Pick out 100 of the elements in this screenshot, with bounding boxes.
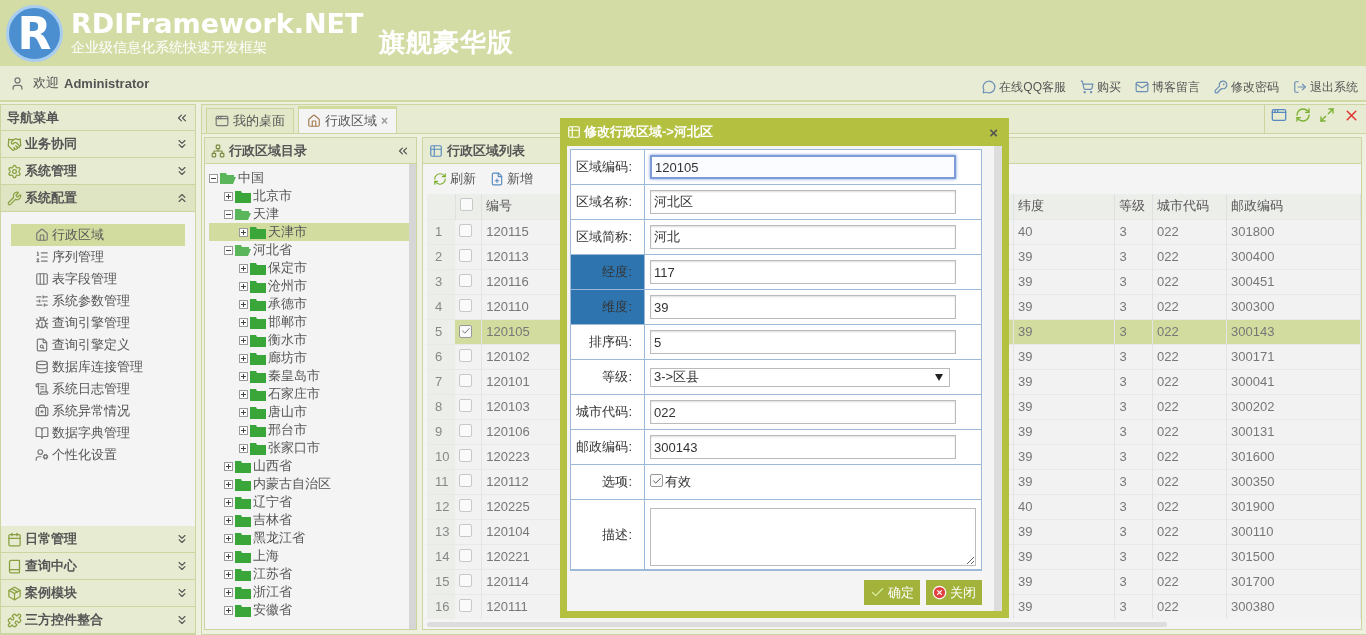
row-checkbox[interactable] xyxy=(459,498,473,512)
nav-item[interactable]: 系统日志管理 xyxy=(11,378,185,400)
tree-node[interactable]: 衡水市 xyxy=(209,331,409,349)
accordion-header[interactable]: 系统配置 xyxy=(1,185,195,212)
expand-toggle-icon[interactable] xyxy=(239,227,248,237)
tree-node[interactable]: 邢台市 xyxy=(209,421,409,439)
select-all-checkbox[interactable] xyxy=(459,198,473,212)
header-link[interactable]: 购买 xyxy=(1080,78,1121,96)
expand-toggle-icon[interactable] xyxy=(224,569,233,579)
expand-toggle-icon[interactable] xyxy=(224,479,233,489)
tree-node[interactable]: 内蒙古自治区 xyxy=(209,475,409,493)
input-field[interactable]: 117 xyxy=(650,260,956,284)
nav-item[interactable]: 数据库连接管理 xyxy=(11,356,185,378)
tree-node[interactable]: 山西省 xyxy=(209,457,409,475)
nav-item[interactable]: 查询引擎管理 xyxy=(11,312,185,334)
expand-toggle-icon[interactable] xyxy=(224,533,233,543)
collapse-toggle-icon[interactable] xyxy=(224,245,233,255)
tree-node[interactable]: 张家口市 xyxy=(209,439,409,457)
input-field[interactable]: 5 xyxy=(650,330,956,354)
nav-item[interactable]: 系统异常情况 xyxy=(11,400,185,422)
accordion-header[interactable]: 查询中心 xyxy=(1,553,195,580)
window-icon[interactable] xyxy=(1271,107,1287,123)
tree-node[interactable]: 吉林省 xyxy=(209,511,409,529)
tree-node[interactable]: 沧州市 xyxy=(209,277,409,295)
row-checkbox[interactable] xyxy=(459,348,473,362)
nav-item[interactable]: 系统参数管理 xyxy=(11,290,185,312)
input-field[interactable]: 022 xyxy=(650,400,956,424)
accordion-header[interactable]: 日常管理 xyxy=(1,526,195,553)
nav-item[interactable]: 个性化设置 xyxy=(11,444,185,466)
row-checkbox[interactable] xyxy=(459,448,473,462)
tree-node[interactable]: 黑龙江省 xyxy=(209,529,409,547)
accordion-header[interactable]: 业务协同 xyxy=(1,131,195,158)
header-link[interactable]: 退出系统 xyxy=(1293,78,1358,96)
tree-node[interactable]: 中国 xyxy=(209,169,409,187)
expand-toggle-icon[interactable] xyxy=(224,587,233,597)
tree-node[interactable]: 江苏省 xyxy=(209,565,409,583)
valid-checkbox[interactable]: 有效 xyxy=(650,473,691,491)
expand-toggle-icon[interactable] xyxy=(239,281,248,291)
expand-toggle-icon[interactable] xyxy=(239,353,248,363)
header-link[interactable]: 修改密码 xyxy=(1214,78,1279,96)
toolbar-button[interactable]: 刷新 xyxy=(431,170,478,188)
tree-node[interactable]: 天津市 xyxy=(209,223,409,241)
column-header[interactable]: 等级 xyxy=(1114,194,1153,219)
tree-node[interactable]: 辽宁省 xyxy=(209,493,409,511)
row-checkbox[interactable] xyxy=(459,373,473,387)
level-select[interactable]: 3->区县 xyxy=(650,367,950,387)
row-checkbox[interactable] xyxy=(459,298,473,312)
expand-toggle-icon[interactable] xyxy=(224,605,233,615)
input-field[interactable]: 河北区 xyxy=(650,190,956,214)
nav-item[interactable]: 数据字典管理 xyxy=(11,422,185,444)
expand-toggle-icon[interactable] xyxy=(239,425,248,435)
input-field[interactable]: 300143 xyxy=(650,435,956,459)
tree-node[interactable]: 上海 xyxy=(209,547,409,565)
tree-node[interactable]: 石家庄市 xyxy=(209,385,409,403)
row-checkbox[interactable] xyxy=(459,273,473,287)
header-link[interactable]: 博客留言 xyxy=(1135,78,1200,96)
row-checkbox[interactable] xyxy=(459,223,473,237)
expand-toggle-icon[interactable] xyxy=(239,299,248,309)
accordion-header[interactable]: 三方控件整合 xyxy=(1,607,195,634)
tree-node[interactable]: 唐山市 xyxy=(209,403,409,421)
expand-toggle-icon[interactable] xyxy=(239,407,248,417)
expand-toggle-icon[interactable] xyxy=(239,317,248,327)
header-link[interactable]: 在线QQ客服 xyxy=(982,78,1066,96)
input-field[interactable]: 河北 xyxy=(650,225,956,249)
row-checkbox[interactable] xyxy=(459,523,473,537)
tree-node[interactable]: 秦皇岛市 xyxy=(209,367,409,385)
expand-toggle-icon[interactable] xyxy=(239,335,248,345)
expand-toggle-icon[interactable] xyxy=(239,371,248,381)
input-field[interactable]: 120105 xyxy=(650,155,956,179)
column-header[interactable]: 编号 xyxy=(481,194,563,219)
collapse-toggle-icon[interactable] xyxy=(224,209,233,219)
row-checkbox[interactable] xyxy=(459,248,473,262)
nav-item[interactable]: 表字段管理 xyxy=(11,268,185,290)
expand-toggle-icon[interactable] xyxy=(224,461,233,471)
expand-toggle-icon[interactable] xyxy=(224,497,233,507)
tree-node[interactable]: 河北省 xyxy=(209,241,409,259)
accordion-header[interactable]: 系统管理 xyxy=(1,158,195,185)
column-header[interactable]: 邮政编码 xyxy=(1226,194,1361,219)
nav-item[interactable]: 查询引擎定义 xyxy=(11,334,185,356)
row-checkbox[interactable] xyxy=(459,598,473,612)
row-checkbox[interactable] xyxy=(459,548,473,562)
nav-item[interactable]: 序列管理 xyxy=(11,246,185,268)
expand-toggle-icon[interactable] xyxy=(239,389,248,399)
expand-toggle-icon[interactable] xyxy=(239,263,248,273)
tree-node[interactable]: 廊坊市 xyxy=(209,349,409,367)
nav-item[interactable]: 行政区域 xyxy=(11,224,185,246)
description-field[interactable] xyxy=(650,507,976,566)
collapse-toggle-icon[interactable] xyxy=(209,173,218,183)
tree-node[interactable]: 安徽省 xyxy=(209,601,409,619)
column-header[interactable]: 纬度 xyxy=(1013,194,1115,219)
input-field[interactable]: 39 xyxy=(650,295,956,319)
tree-node[interactable]: 承德市 xyxy=(209,295,409,313)
expand-toggle-icon[interactable] xyxy=(224,515,233,525)
tree-node[interactable]: 浙江省 xyxy=(209,583,409,601)
tab[interactable]: 我的桌面 xyxy=(206,108,294,133)
expand-toggle-icon[interactable] xyxy=(224,191,233,201)
row-checkbox[interactable] xyxy=(459,398,473,412)
row-checkbox[interactable] xyxy=(459,423,473,437)
column-header[interactable]: 城市代码 xyxy=(1152,194,1227,219)
tree-node[interactable]: 邯郸市 xyxy=(209,313,409,331)
